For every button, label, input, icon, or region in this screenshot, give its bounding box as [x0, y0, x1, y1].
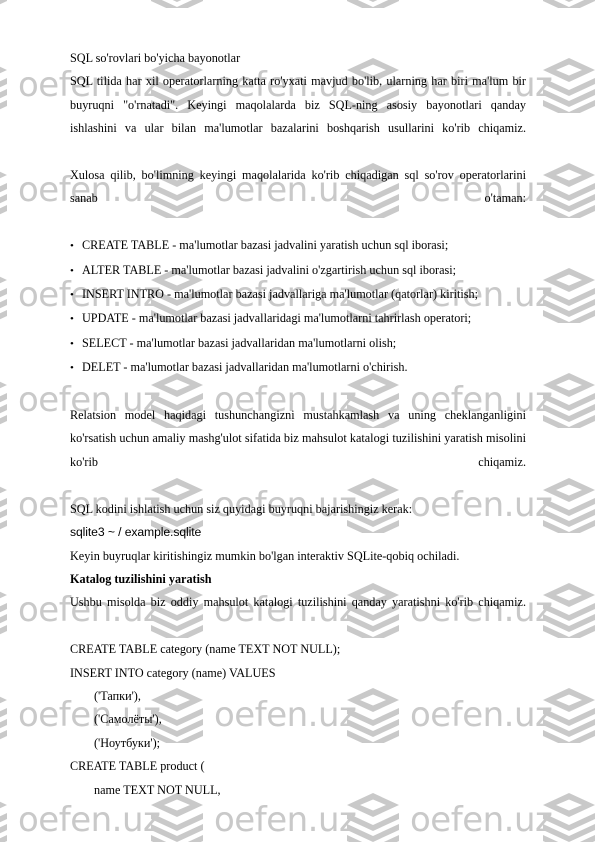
stacked-layers-logo	[543, 373, 595, 428]
watermark-tile: oefen.uz	[0, 0, 160, 8]
sqlite-shell-note: Keyin buyruqlar kiritishingiz mumkin bo'…	[70, 548, 460, 563]
stacked-layers-logo	[543, 688, 595, 743]
stacked-layers-logo	[543, 268, 595, 323]
bullet-icon: •	[70, 362, 74, 375]
watermark-tile: oefen.uz	[542, 0, 595, 8]
document-title-line: SQL so'rovlari bo'yicha bayonotlar	[70, 51, 241, 65]
list-item-label: INSERT INTRO - ma'lumotlar bazasi jadval…	[82, 287, 479, 302]
section-heading: Katalog tuzilishini yaratish	[70, 571, 212, 586]
stacked-layers-logo	[347, 0, 399, 8]
sqlite-command-line: sqlite3 ~ / example.sqlite	[70, 525, 202, 540]
stacked-layers-logo	[0, 171, 7, 215]
list-item-label: UPDATE - ma'lumotlar bazasi jadvallarida…	[82, 311, 472, 326]
stacked-layers-logo	[543, 58, 595, 113]
sql-run-instruction: SQL kodini ishlatish uchun siz quyidagi …	[70, 501, 413, 516]
summary-paragraph: Xulosa qilib, bo'limning keyingi maqolal…	[70, 168, 526, 206]
stacked-layers-logo	[0, 801, 7, 842]
watermark-tile: oefen.uz	[542, 162, 595, 218]
stacked-layers-logo	[0, 696, 7, 740]
stacked-layers-logo	[0, 0, 7, 5]
list-item-label: ALTER TABLE - ma'lumotlar bazasi jadvali…	[82, 262, 457, 277]
list-item: • INSERT INTRO - ma'lumotlar bazasi jadv…	[70, 283, 526, 307]
watermark-tile: oefen.uz	[542, 57, 595, 113]
stacked-layers-logo	[543, 0, 595, 8]
watermark-text: oefen.uz	[410, 800, 553, 840]
watermark-tile: oefen.uz	[542, 792, 595, 842]
stacked-layers-logo	[0, 276, 7, 320]
code-line: INSERT INTO category (name) VALUES	[70, 665, 276, 680]
code-line: CREATE TABLE product (	[70, 759, 205, 774]
stacked-layers-logo	[543, 163, 595, 218]
code-line: name TEXT NOT NULL,	[94, 782, 221, 797]
code-line: CREATE TABLE category (name TEXT NOT NUL…	[70, 642, 341, 657]
document-content: SQL so'rovlari bo'yicha bayonotlar SQL t…	[70, 47, 526, 802]
list-item: • CREATE TABLE - ma'lumotlar bazasi jadv…	[70, 234, 526, 258]
list-item-label: CREATE TABLE - ma'lumotlar bazasi jadval…	[82, 238, 449, 253]
stacked-layers-logo	[543, 583, 595, 638]
code-line: ('Самолёты'),	[94, 712, 162, 727]
list-item: • DELET - ma'lumotlar bazasi jadvallarid…	[70, 356, 526, 380]
watermark-tile: oefen.uz	[542, 372, 595, 428]
watermark-text: oefen.uz	[214, 800, 357, 840]
watermark-tile: oefen.uz	[346, 0, 552, 8]
watermark-tile: oefen.uz	[542, 582, 595, 638]
watermark-tile: oefen.uz	[542, 687, 595, 743]
stacked-layers-logo	[0, 486, 7, 530]
bullet-icon: •	[70, 313, 74, 326]
stacked-layers-logo	[0, 591, 7, 635]
stacked-layers-logo	[151, 0, 203, 8]
watermark-tile: oefen.uz	[542, 267, 595, 323]
bullet-icon: •	[70, 240, 74, 253]
document-page: oefen.uz oefen.uz oefen.uz oefen.uz oefe…	[0, 0, 595, 842]
stacked-layers-logo	[543, 478, 595, 533]
list-item: • ALTER TABLE - ma'lumotlar bazasi jadva…	[70, 259, 526, 283]
stacked-layers-logo	[0, 66, 7, 110]
stacked-layers-logo	[0, 381, 7, 425]
list-item: • SELECT - ma'lumotlar bazasi jadvallari…	[70, 332, 526, 356]
code-line: ('Ноутбуки');	[94, 735, 161, 750]
list-item: • UPDATE - ma'lumotlar bazasi jadvallari…	[70, 307, 526, 331]
list-item-label: SELECT - ma'lumotlar bazasi jadvallarida…	[82, 335, 397, 350]
watermark-tile: oefen.uz	[542, 477, 595, 533]
watermark-tile: oefen.uz	[150, 0, 356, 8]
bullet-icon: •	[70, 337, 74, 350]
stacked-layers-logo	[543, 793, 595, 842]
bullet-icon: •	[70, 264, 74, 277]
code-line: ('Тапки'),	[94, 688, 141, 703]
intro-paragraph: SQL tilida har xil operatorlarning katta…	[70, 74, 526, 136]
relational-model-paragraph: Relatsion model haqidagi tushunchangizni…	[70, 408, 526, 469]
section-paragraph: Ushbu misolda biz oddiy mahsulot katalog…	[70, 595, 526, 610]
list-item-label: DELET - ma'lumotlar bazasi jadvallaridan…	[82, 360, 408, 375]
bullet-icon: •	[70, 289, 74, 302]
watermark-text: oefen.uz	[18, 800, 161, 840]
